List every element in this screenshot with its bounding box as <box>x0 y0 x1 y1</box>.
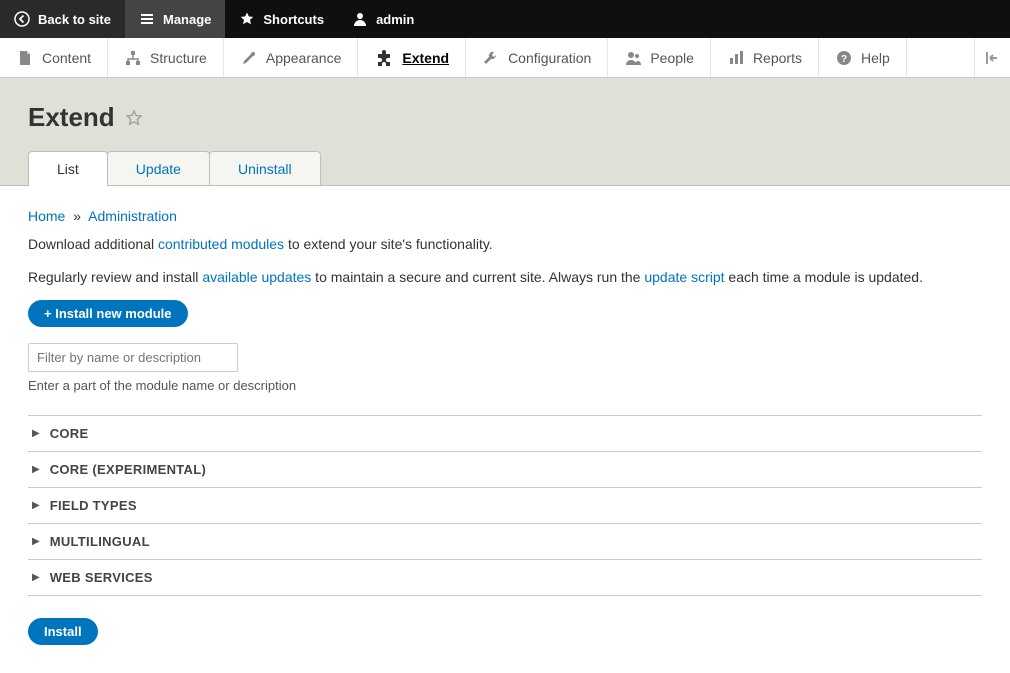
filter-help-text: Enter a part of the module name or descr… <box>28 378 982 393</box>
breadcrumb-admin[interactable]: Administration <box>88 208 177 224</box>
tab-list[interactable]: List <box>28 151 108 186</box>
adminbar-label: Configuration <box>508 50 591 66</box>
disclosure-triangle-icon: ▶ <box>32 428 40 439</box>
text-fragment: to maintain a secure and current site. A… <box>311 269 644 285</box>
group-core-experimental[interactable]: ▶ CORE (EXPERIMENTAL) <box>28 452 982 488</box>
filter-input[interactable] <box>28 343 238 372</box>
collapse-icon <box>984 49 1002 67</box>
adminbar-label: Content <box>42 50 91 66</box>
disclosure-triangle-icon: ▶ <box>32 464 40 475</box>
user-menu-button[interactable]: admin <box>338 0 428 38</box>
puzzle-icon <box>374 48 394 68</box>
tabs: List Update Uninstall <box>28 151 982 186</box>
adminbar-item-content[interactable]: Content <box>0 38 108 77</box>
topbar: Back to site Manage Shortcuts admin <box>0 0 1010 38</box>
group-web-services[interactable]: ▶ WEB SERVICES <box>28 560 982 596</box>
module-groups: ▶ CORE ▶ CORE (EXPERIMENTAL) ▶ FIELD TYP… <box>28 415 982 596</box>
adminbar-label: Structure <box>150 50 207 66</box>
adminbar-item-help[interactable]: ? Help <box>819 38 907 77</box>
adminbar-label: Extend <box>402 50 449 66</box>
adminbar-spacer <box>907 38 974 77</box>
adminbar-item-configuration[interactable]: Configuration <box>466 38 608 77</box>
download-text: Download additional contributed modules … <box>28 234 982 255</box>
adminbar-item-structure[interactable]: Structure <box>108 38 224 77</box>
group-core[interactable]: ▶ CORE <box>28 415 982 452</box>
group-label: CORE <box>50 426 89 441</box>
favorite-star-icon[interactable] <box>125 109 143 127</box>
user-icon <box>352 11 368 27</box>
paintbrush-icon <box>240 49 258 67</box>
shortcuts-button[interactable]: Shortcuts <box>225 0 338 38</box>
star-icon <box>239 11 255 27</box>
review-text: Regularly review and install available u… <box>28 267 982 288</box>
adminbar-label: Help <box>861 50 890 66</box>
adminbar-item-reports[interactable]: Reports <box>711 38 819 77</box>
group-label: MULTILINGUAL <box>50 534 150 549</box>
text-fragment: to extend your site's functionality. <box>284 236 493 252</box>
hamburger-icon <box>139 11 155 27</box>
contributed-modules-link[interactable]: contributed modules <box>158 236 284 252</box>
disclosure-triangle-icon: ▶ <box>32 572 40 583</box>
breadcrumb-home[interactable]: Home <box>28 208 65 224</box>
tab-label: Uninstall <box>238 161 292 177</box>
tab-label: Update <box>136 161 181 177</box>
adminbar-label: Reports <box>753 50 802 66</box>
adminbar: Content Structure Appearance Extend Conf… <box>0 38 1010 78</box>
group-label: FIELD TYPES <box>50 498 137 513</box>
group-label: CORE (EXPERIMENTAL) <box>50 462 206 477</box>
back-to-site-label: Back to site <box>38 12 111 27</box>
back-to-site-button[interactable]: Back to site <box>0 0 125 38</box>
manage-label: Manage <box>163 12 211 27</box>
sitemap-icon <box>124 49 142 67</box>
adminbar-label: People <box>650 50 694 66</box>
adminbar-item-people[interactable]: People <box>608 38 711 77</box>
content: Home » Administration Download additiona… <box>0 185 1010 673</box>
page-header: Extend List Update Uninstall <box>0 78 1010 186</box>
adminbar-collapse-button[interactable] <box>974 38 1010 77</box>
filter-block: Enter a part of the module name or descr… <box>28 343 982 393</box>
breadcrumb-separator: » <box>73 208 81 224</box>
text-fragment: Download additional <box>28 236 158 252</box>
adminbar-item-extend[interactable]: Extend <box>358 38 466 77</box>
shortcuts-label: Shortcuts <box>263 12 324 27</box>
page-icon <box>16 49 34 67</box>
people-icon <box>624 49 642 67</box>
disclosure-triangle-icon: ▶ <box>32 536 40 547</box>
tab-uninstall[interactable]: Uninstall <box>209 151 321 186</box>
manage-button[interactable]: Manage <box>125 0 225 38</box>
chevron-left-icon <box>14 11 30 27</box>
available-updates-link[interactable]: available updates <box>202 269 311 285</box>
adminbar-label: Appearance <box>266 50 342 66</box>
svg-text:?: ? <box>841 54 847 65</box>
breadcrumb: Home » Administration <box>28 208 982 224</box>
tab-label: List <box>57 161 79 177</box>
wrench-icon <box>482 49 500 67</box>
user-label: admin <box>376 12 414 27</box>
help-icon: ? <box>835 49 853 67</box>
adminbar-item-appearance[interactable]: Appearance <box>224 38 359 77</box>
disclosure-triangle-icon: ▶ <box>32 500 40 511</box>
group-multilingual[interactable]: ▶ MULTILINGUAL <box>28 524 982 560</box>
group-field-types[interactable]: ▶ FIELD TYPES <box>28 488 982 524</box>
tab-update[interactable]: Update <box>107 151 210 186</box>
text-fragment: each time a module is updated. <box>725 269 923 285</box>
page-title: Extend <box>28 102 115 133</box>
text-fragment: Regularly review and install <box>28 269 202 285</box>
install-new-module-button[interactable]: + Install new module <box>28 300 188 327</box>
bar-chart-icon <box>727 49 745 67</box>
update-script-link[interactable]: update script <box>644 269 724 285</box>
group-label: WEB SERVICES <box>50 570 153 585</box>
